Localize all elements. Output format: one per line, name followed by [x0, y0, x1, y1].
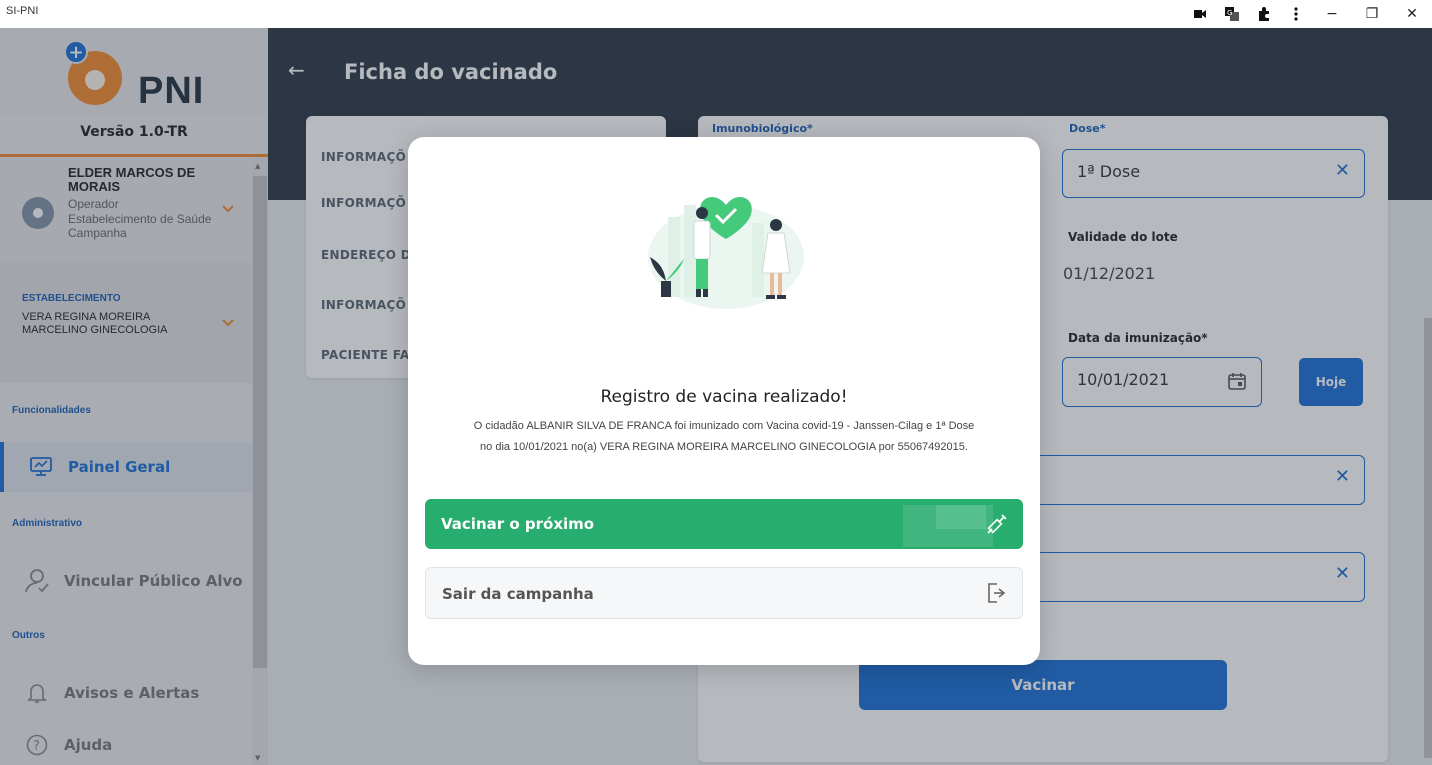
extensions-icon[interactable]	[1248, 0, 1280, 28]
minimize-button[interactable]: −	[1312, 0, 1352, 28]
syringe-icon	[985, 512, 1009, 540]
vaccination-success-illustration	[640, 177, 812, 313]
success-modal: Registro de vacina realizado! O cidadão …	[408, 137, 1040, 665]
close-button[interactable]: ✕	[1392, 0, 1432, 28]
modal-message-line-2: no dia 10/01/2021 no(a) VERA REGINA MORE…	[480, 441, 968, 453]
exit-campaign-button[interactable]: Sair da campanha	[425, 567, 1023, 619]
logout-icon	[986, 582, 1006, 608]
vaccinate-next-button[interactable]: Vacinar o próximo	[425, 499, 1023, 549]
translate-icon[interactable]: G	[1216, 0, 1248, 28]
modal-message-line-1: O cidadão ALBANIR SILVA DE FRANCA foi im…	[473, 420, 975, 432]
exit-campaign-label: Sair da campanha	[442, 585, 594, 603]
app-root: ← Ficha do vacinado INFORMAÇÕ INFORMAÇÕ …	[0, 28, 1432, 765]
window-titlebar: SI-PNI G − ❐ ✕	[0, 0, 1432, 28]
window-title: SI-PNI	[6, 5, 39, 17]
button-highlight	[936, 505, 986, 529]
vaccinate-next-label: Vacinar o próximo	[441, 515, 595, 533]
restore-button[interactable]: ❐	[1352, 0, 1392, 28]
window-controls: G − ❐ ✕	[1184, 0, 1432, 28]
svg-text:G: G	[1227, 9, 1232, 17]
more-icon[interactable]	[1280, 0, 1312, 28]
modal-title: Registro de vacina realizado!	[600, 387, 848, 407]
modal-message: O cidadão ALBANIR SILVA DE FRANCA foi im…	[418, 416, 1030, 458]
camera-icon[interactable]	[1184, 0, 1216, 28]
